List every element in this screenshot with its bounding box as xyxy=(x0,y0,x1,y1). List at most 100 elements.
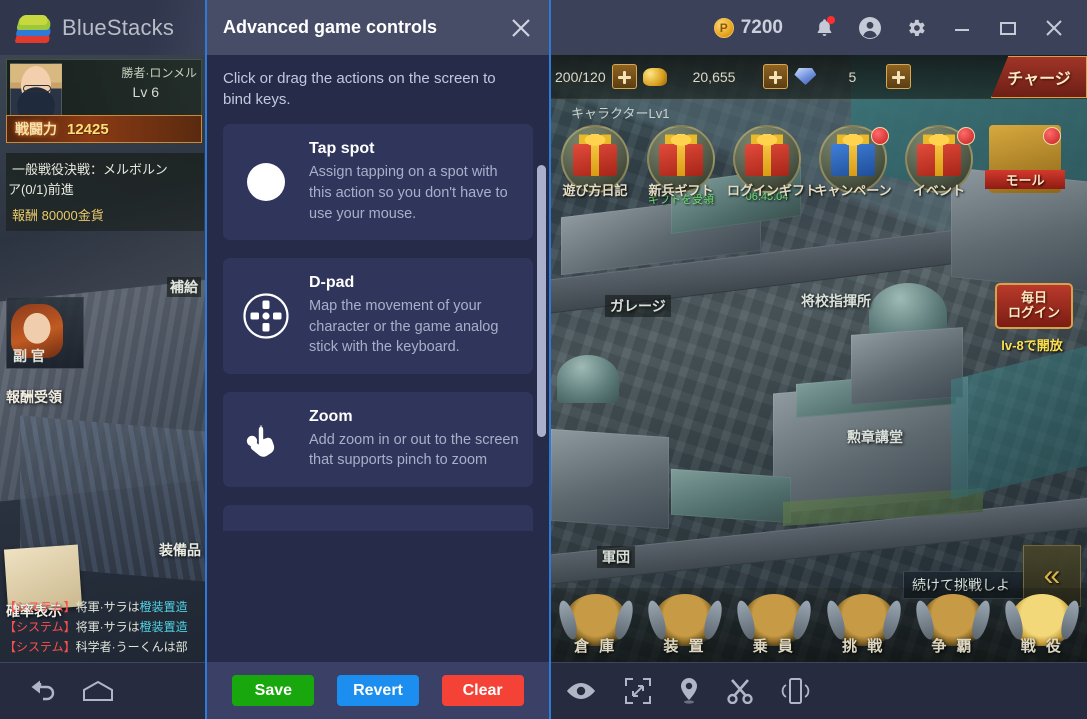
add-gem-button[interactable] xyxy=(886,64,912,89)
daily-login-line-1: 毎日 xyxy=(1020,290,1047,306)
hero-portrait xyxy=(10,63,62,119)
hero-level: Lv 6 xyxy=(132,84,159,100)
system-chat-tag: 【システム】 xyxy=(4,620,76,634)
save-button[interactable]: Save xyxy=(232,675,315,706)
fullscreen-button[interactable] xyxy=(624,677,652,705)
dialog-title: Advanced game controls xyxy=(223,17,438,37)
system-chat-line: 【システム】将軍·サラは橙装置造 xyxy=(4,598,205,615)
android-nav-buttons xyxy=(0,678,205,704)
maximize-icon xyxy=(1000,21,1016,35)
daily-login-line-2: ログイン xyxy=(1007,305,1060,320)
account-avatar-icon xyxy=(859,16,881,39)
gold-value: 20,655 xyxy=(692,68,736,85)
action-card-title: Tap spot xyxy=(309,140,375,158)
map-label-officer-hq[interactable]: 将校指揮所 xyxy=(801,291,871,311)
equipment-label[interactable]: 装備品 xyxy=(159,540,201,560)
game-icon-event[interactable]: イベント xyxy=(899,125,979,207)
charge-button[interactable]: チャージ xyxy=(991,56,1087,98)
coin-icon: P xyxy=(713,17,734,38)
points-indicator[interactable]: P 7200 xyxy=(713,17,783,39)
close-icon xyxy=(512,18,530,37)
game-icon-login-gift[interactable]: ログインギフト 06:45:04 xyxy=(727,125,819,207)
game-icon-label: ログインギフト xyxy=(727,183,819,198)
app-root: 勝者·ロンメル Lv 6 戦闘力 12425 一般戦役決戦：メルボルン ア(0/… xyxy=(0,0,1087,719)
close-button[interactable] xyxy=(1033,7,1075,49)
bottom-menu-warehouse[interactable]: 倉 庫 xyxy=(551,588,640,662)
game-icon-campaign[interactable]: キャンペーン xyxy=(813,125,893,207)
action-card-desc: Add zoom in or out to the screen that su… xyxy=(309,431,519,469)
settings-button[interactable] xyxy=(895,7,937,49)
notification-badge xyxy=(827,15,835,24)
system-chat-tag: 【システム】 xyxy=(4,640,76,654)
mission-box[interactable]: 一般戦役決戦：メルボルン ア(0/1)前進 報酬 80000金貨 xyxy=(6,153,204,231)
eye-icon xyxy=(566,683,595,699)
game-icon-diary[interactable]: 遊び方日記 xyxy=(555,125,635,207)
scrollbar-thumb[interactable] xyxy=(537,165,546,437)
revert-button[interactable]: Revert xyxy=(336,675,419,706)
combat-power-label: 戦闘力 xyxy=(15,121,57,137)
bottom-menu-crew[interactable]: 乗 員 xyxy=(730,588,819,662)
bluestacks-logo xyxy=(14,13,53,43)
back-button[interactable] xyxy=(26,678,60,704)
game-icon-mall[interactable]: モール xyxy=(985,125,1065,207)
game-main-view[interactable]: 200/120 20,655 5 チャージ キャラクターLv1 遊び方日記 新兵… xyxy=(551,55,1087,662)
eye-button[interactable] xyxy=(564,680,598,702)
bottom-menu-label: 装 置 xyxy=(663,638,707,655)
map-label-garage[interactable]: ガレージ xyxy=(605,295,671,317)
dialog-close-button[interactable] xyxy=(506,13,536,43)
action-card-zoom[interactable]: Zoom Add zoom in or out to the screen th… xyxy=(223,391,533,487)
bottom-menu-campaign[interactable]: 戦 役 xyxy=(998,588,1087,662)
dialog-footer: Save Revert Clear xyxy=(207,662,549,719)
dialog-scrollbar[interactable] xyxy=(537,110,546,662)
clear-button[interactable]: Clear xyxy=(441,675,524,706)
add-energy-button[interactable] xyxy=(611,64,637,89)
gear-icon xyxy=(909,19,925,36)
map-building xyxy=(851,327,963,405)
action-card-list: Tap spot Assign tapping on a spot with t… xyxy=(223,124,533,531)
action-card-partial[interactable] xyxy=(223,505,533,531)
location-pin-icon xyxy=(680,678,697,704)
daily-login-button[interactable]: 毎日 ログイン xyxy=(995,283,1073,329)
action-card-tap-spot[interactable]: Tap spot Assign tapping on a spot with t… xyxy=(223,124,533,241)
location-button[interactable] xyxy=(678,677,700,705)
adjutant-button[interactable]: 副 官 xyxy=(6,297,84,369)
mission-line-2: ア(0/1)前進 xyxy=(8,182,74,197)
app-name: BlueStacks xyxy=(62,14,175,40)
game-icon-newbie-gift[interactable]: 新兵ギフト ギフトを受領 xyxy=(641,125,721,207)
bottom-menu-label: 乗 員 xyxy=(752,638,796,655)
screenshot-button[interactable] xyxy=(726,678,754,704)
map-label-legion[interactable]: 軍団 xyxy=(597,546,635,568)
minimize-button[interactable] xyxy=(941,7,983,49)
system-chat-body: 将軍·サラは xyxy=(75,620,140,634)
shake-button[interactable] xyxy=(780,677,810,705)
notifications-button[interactable] xyxy=(803,7,845,49)
system-chat-log: 【システム】将軍·サラは橙装置造 【システム】将軍·サラは橙装置造 【システム】… xyxy=(4,598,205,658)
gold-icon xyxy=(642,67,667,86)
bottom-menu-conquest[interactable]: 争 覇 xyxy=(908,588,997,662)
game-icon-label: 新兵ギフト xyxy=(648,183,714,198)
dpad-icon xyxy=(237,292,295,340)
action-card-title: D-pad xyxy=(309,274,355,292)
home-button[interactable] xyxy=(82,679,114,703)
hero-info-card[interactable]: 勝者·ロンメル Lv 6 xyxy=(6,59,202,121)
system-chat-line: 【システム】科学者·うーくんは部 xyxy=(4,638,205,655)
account-button[interactable] xyxy=(849,7,891,49)
game-bottom-menu: 倉 庫 装 置 乗 員 挑 戦 争 覇 戦 役 xyxy=(551,588,1087,662)
bottom-menu-device[interactable]: 装 置 xyxy=(640,588,729,662)
maximize-button[interactable] xyxy=(987,7,1029,49)
action-card-dpad[interactable]: D-pad Map the movement of your character… xyxy=(223,258,533,374)
mission-line-1: 一般戦役決戦：メルボルン xyxy=(12,162,168,177)
reward-claim-label[interactable]: 報酬受領 xyxy=(6,387,62,407)
bottom-menu-challenge[interactable]: 挑 戦 xyxy=(819,588,908,662)
home-icon xyxy=(83,680,113,701)
game-icon-label: イベント xyxy=(912,183,965,198)
system-chat-highlight: 橙装置造 xyxy=(139,620,188,634)
mall-ribbon: モール xyxy=(985,170,1065,189)
game-resource-bar: 200/120 20,655 5 チャージ xyxy=(551,55,1087,99)
map-label-medal-hall[interactable]: 勲章講堂 xyxy=(847,427,903,447)
add-gold-button[interactable] xyxy=(763,64,789,89)
bottom-menu-label: 争 覇 xyxy=(931,638,975,655)
supply-label[interactable]: 補給 xyxy=(167,277,201,297)
action-card-title: Zoom xyxy=(309,407,353,425)
bluestacks-brand: BlueStacks xyxy=(0,0,205,55)
